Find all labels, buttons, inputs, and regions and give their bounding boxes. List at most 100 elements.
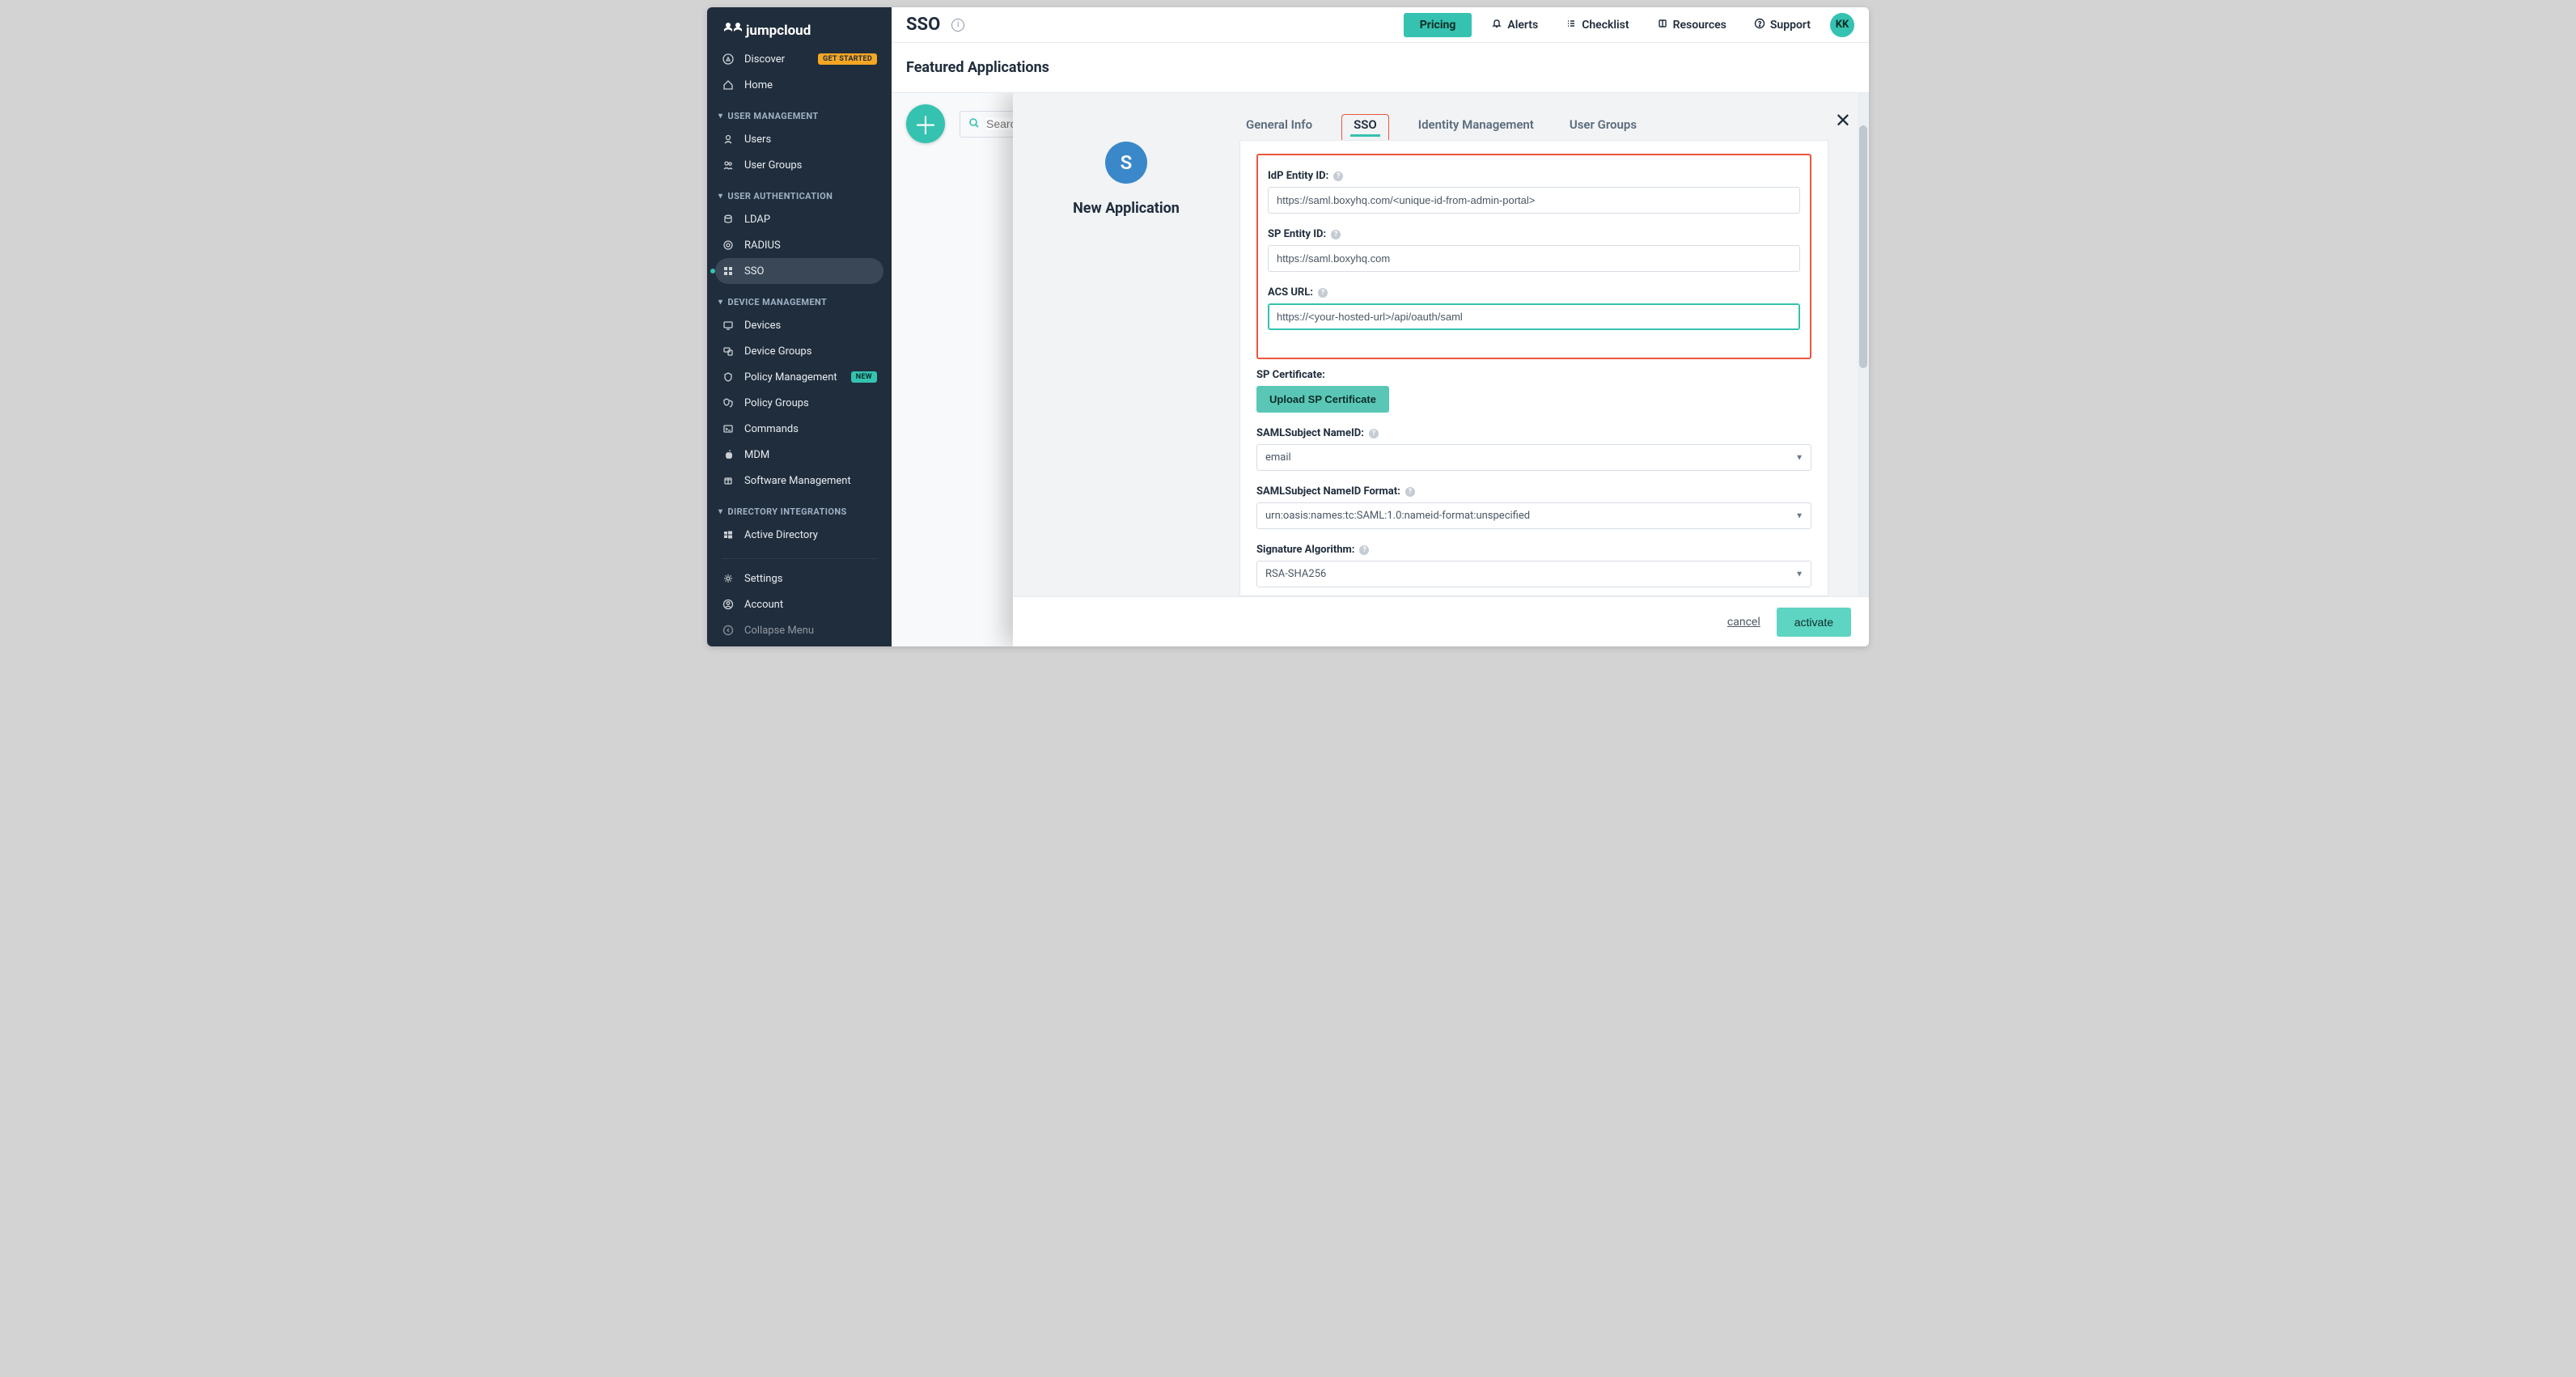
help-icon[interactable]: ?	[1369, 429, 1379, 439]
shields-icon	[722, 396, 735, 409]
acs-url-input[interactable]	[1268, 303, 1800, 330]
sp-entity-id-label: SP Entity ID:?	[1268, 228, 1800, 240]
resources-button[interactable]: Resources	[1649, 13, 1735, 37]
help-icon[interactable]: ?	[1405, 487, 1415, 497]
account-icon	[722, 598, 735, 611]
sidebar-item-radius[interactable]: RADIUS	[707, 232, 892, 258]
tab-user-groups[interactable]: User Groups	[1563, 114, 1643, 140]
sidebar-item-settings[interactable]: Settings	[707, 566, 892, 591]
acs-url-label: ACS URL:?	[1268, 286, 1800, 299]
sidebar-item-devices[interactable]: Devices	[707, 312, 892, 338]
sidebar-item-ldap[interactable]: LDAP	[707, 206, 892, 232]
nameid-select[interactable]: email ▼	[1256, 444, 1811, 471]
help-icon[interactable]: ?	[1359, 545, 1369, 555]
section-user-auth[interactable]: ▾USER AUTHENTICATION	[707, 186, 892, 206]
sidebar-item-software-mgmt[interactable]: Software Management	[707, 468, 892, 494]
compass-icon	[722, 53, 735, 66]
sidebar-item-label: Devices	[744, 320, 781, 332]
tab-general-info[interactable]: General Info	[1239, 114, 1319, 140]
sidebar-item-label: Discover	[744, 53, 785, 66]
avatar[interactable]: KK	[1830, 13, 1854, 37]
sidebar-item-device-groups[interactable]: Device Groups	[707, 338, 892, 364]
sidebar-item-label: Account	[744, 599, 783, 611]
scrollbar-track[interactable]	[1858, 93, 1869, 596]
nameid-label: SAMLSubject NameID:?	[1256, 427, 1811, 439]
database-icon	[722, 213, 735, 226]
new-badge: NEW	[851, 371, 877, 383]
nameid-format-select[interactable]: urn:oasis:names:tc:SAML:1.0:nameid-forma…	[1256, 502, 1811, 529]
sidebar-item-user-groups[interactable]: User Groups	[707, 152, 892, 178]
sidebar-item-label: User Groups	[744, 159, 802, 172]
collapse-icon	[722, 624, 735, 637]
sidebar-item-label: Collapse Menu	[744, 625, 814, 637]
tab-sso[interactable]: SSO	[1341, 114, 1389, 140]
grid-icon	[722, 265, 735, 278]
book-icon	[1657, 18, 1668, 32]
sidebar-item-active-directory[interactable]: Active Directory	[707, 522, 892, 548]
sp-certificate-label: SP Certificate:	[1256, 369, 1811, 381]
section-device-mgmt[interactable]: ▾DEVICE MANAGEMENT	[707, 292, 892, 312]
pricing-button[interactable]: Pricing	[1404, 13, 1472, 37]
close-icon[interactable]: ✕	[1835, 111, 1851, 130]
activate-button[interactable]: activate	[1777, 608, 1851, 637]
idp-entity-id-input[interactable]	[1268, 187, 1800, 214]
terminal-icon	[722, 422, 735, 435]
shield-icon	[722, 371, 735, 383]
get-started-badge: GET STARTED	[818, 53, 877, 65]
sidebar-item-label: Users	[744, 133, 771, 146]
sidebar-item-account[interactable]: Account	[707, 591, 892, 617]
sidebar-item-label: Policy Groups	[744, 397, 809, 409]
sidebar-item-collapse[interactable]: Collapse Menu	[707, 617, 892, 643]
idp-entity-id-label: IdP Entity ID:?	[1268, 170, 1800, 182]
alerts-button[interactable]: Alerts	[1483, 13, 1546, 37]
brand-text: jumpcloud	[745, 23, 811, 39]
sidebar-item-mdm[interactable]: MDM	[707, 442, 892, 468]
panel-tabs: General Info SSO Identity Management Use…	[1239, 114, 1828, 140]
users-icon	[722, 159, 735, 172]
checklist-icon	[1566, 18, 1577, 32]
signature-algorithm-select[interactable]: RSA-SHA256 ▼	[1256, 561, 1811, 587]
brand-logo[interactable]: jumpcloud	[707, 7, 892, 46]
sp-entity-id-input[interactable]	[1268, 245, 1800, 272]
add-application-button[interactable]: ＋	[906, 104, 945, 143]
section-user-management[interactable]: ▾USER MANAGEMENT	[707, 106, 892, 126]
info-icon[interactable]: i	[951, 19, 964, 32]
sidebar-item-label: Home	[744, 79, 773, 91]
chevron-down-icon: ▾	[718, 298, 722, 307]
section-directory-int[interactable]: ▾DIRECTORY INTEGRATIONS	[707, 502, 892, 522]
sidebar-item-policy-mgmt[interactable]: Policy Management NEW	[707, 364, 892, 390]
panel-left: S New Application	[1013, 93, 1239, 596]
upload-sp-cert-button[interactable]: Upload SP Certificate	[1256, 386, 1389, 413]
sidebar-item-label: Software Management	[744, 475, 851, 487]
application-panel: S New Application ✕ General Info SSO Ide…	[1013, 93, 1869, 646]
sidebar-item-commands[interactable]: Commands	[707, 416, 892, 442]
cancel-button[interactable]: cancel	[1727, 616, 1760, 629]
help-icon	[1754, 18, 1765, 32]
topbar: SSO i Pricing Alerts Checklist Resources	[892, 7, 1869, 43]
sidebar-item-label: MDM	[744, 449, 769, 461]
checklist-button[interactable]: Checklist	[1557, 13, 1637, 37]
search-icon	[968, 117, 980, 132]
content-area: ＋ S New Application ✕	[892, 93, 1869, 646]
sidebar-item-users[interactable]: Users	[707, 126, 892, 152]
windows-icon	[722, 528, 735, 541]
subbar: Featured Applications	[892, 43, 1869, 93]
sidebar-item-label: RADIUS	[744, 239, 781, 252]
sidebar-item-home[interactable]: Home	[707, 72, 892, 98]
sidebar-item-label: Settings	[744, 573, 782, 585]
sidebar-item-label: SSO	[744, 265, 764, 278]
panel-right: ✕ General Info SSO Identity Management U…	[1239, 93, 1869, 596]
signature-algorithm-label: Signature Algorithm:?	[1256, 544, 1811, 556]
sidebar: jumpcloud Discover GET STARTED Home ▾USE…	[707, 7, 892, 646]
radius-icon	[722, 239, 735, 252]
scrollbar-thumb[interactable]	[1859, 125, 1867, 368]
sidebar-item-discover[interactable]: Discover GET STARTED	[707, 46, 892, 72]
sidebar-item-policy-groups[interactable]: Policy Groups	[707, 390, 892, 416]
tab-identity-management[interactable]: Identity Management	[1412, 114, 1540, 140]
help-icon[interactable]: ?	[1331, 230, 1341, 239]
help-icon[interactable]: ?	[1318, 288, 1328, 298]
help-icon[interactable]: ?	[1333, 172, 1343, 181]
chevron-down-icon: ▾	[718, 507, 722, 516]
support-button[interactable]: Support	[1746, 13, 1819, 37]
sidebar-item-sso[interactable]: SSO	[715, 258, 883, 284]
